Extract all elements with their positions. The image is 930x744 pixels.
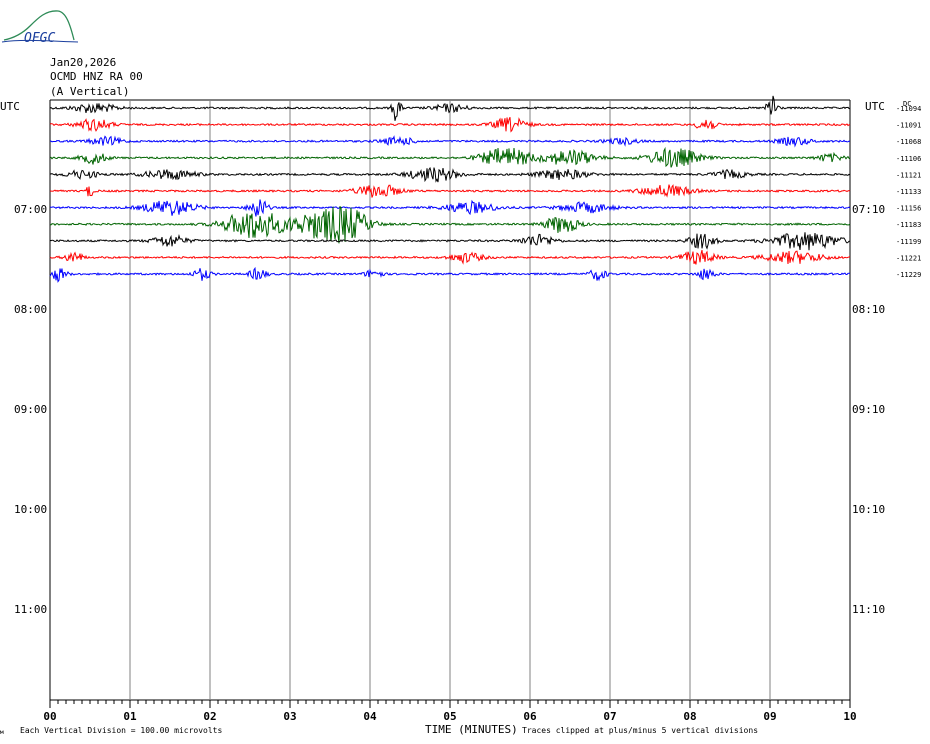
dc-offset-label: -11183 bbox=[896, 221, 921, 229]
dc-offset-label: -11121 bbox=[896, 171, 921, 179]
x-tick-label: 01 bbox=[123, 710, 137, 723]
left-hour-label: 07:00 bbox=[14, 203, 47, 216]
left-hour-label: 08:00 bbox=[14, 303, 47, 316]
right-hour-label: 11:10 bbox=[852, 603, 885, 616]
left-hour-label: 09:00 bbox=[14, 403, 47, 416]
helicorder-svg: UTC UTC DC TIME (MINUTES) м Each Vertica… bbox=[0, 95, 921, 736]
dc-offset-label: -11156 bbox=[896, 205, 921, 213]
x-tick-label: 06 bbox=[523, 710, 537, 723]
x-tick-label: 00 bbox=[43, 710, 56, 723]
helicorder-plot: OFGC Jan20,2026 OCMD HNZ RA 00 (A Vertic… bbox=[0, 0, 930, 744]
right-utc-label: UTC bbox=[865, 100, 885, 113]
dc-offset-label: -11106 bbox=[896, 155, 921, 163]
x-tick-label: 03 bbox=[283, 710, 296, 723]
x-tick-label: 05 bbox=[443, 710, 456, 723]
x-tick-label: 04 bbox=[363, 710, 377, 723]
x-axis-title: TIME (MINUTES) bbox=[425, 723, 518, 736]
scale-note: Each Vertical Division = 100.00 microvol… bbox=[20, 726, 222, 735]
x-tick-label: 09 bbox=[763, 710, 776, 723]
left-hour-label: 10:00 bbox=[14, 503, 47, 516]
dc-offset-label: -11199 bbox=[896, 238, 921, 246]
left-utc-label: UTC bbox=[0, 100, 20, 113]
right-hour-label: 07:10 bbox=[852, 203, 885, 216]
x-tick-label: 10 bbox=[843, 710, 856, 723]
dc-offset-label: -11094 bbox=[896, 105, 921, 113]
dc-offset-label: -11091 bbox=[896, 122, 921, 130]
dc-offset-label: -11133 bbox=[896, 188, 921, 196]
right-hour-label: 08:10 bbox=[852, 303, 885, 316]
right-hour-label: 10:10 bbox=[852, 503, 885, 516]
dc-offset-label: -11068 bbox=[896, 138, 921, 146]
dc-offset-label: -11229 bbox=[896, 271, 921, 279]
x-tick-label: 08 bbox=[683, 710, 696, 723]
x-tick-label: 07 bbox=[603, 710, 616, 723]
dc-offset-label: -11221 bbox=[896, 254, 921, 262]
right-hour-label: 09:10 bbox=[852, 403, 885, 416]
axis-labels: UTC UTC DC TIME (MINUTES) м Each Vertica… bbox=[0, 100, 921, 736]
clip-note: Traces clipped at plus/minus 5 vertical … bbox=[522, 726, 758, 735]
footer-mark-icon: м bbox=[0, 729, 4, 736]
x-tick-label: 02 bbox=[203, 710, 216, 723]
left-hour-label: 11:00 bbox=[14, 603, 47, 616]
